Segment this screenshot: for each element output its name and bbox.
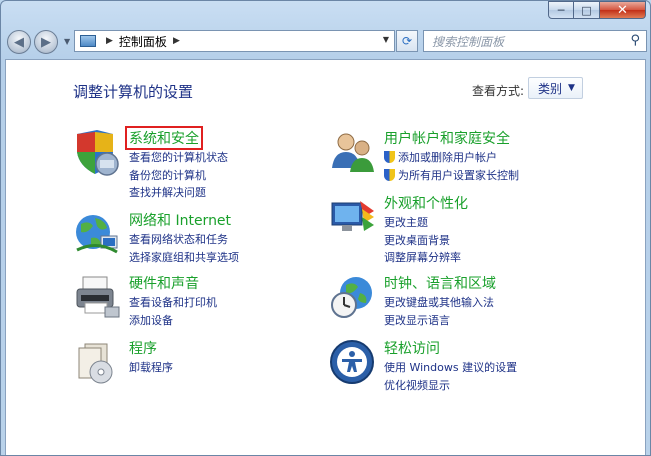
back-button[interactable]: ◀ (7, 30, 31, 54)
link-optimize-display[interactable]: 优化视频显示 (384, 377, 517, 395)
close-button[interactable]: ✕ (600, 1, 646, 19)
link-parental-controls[interactable]: 为所有用户设置家长控制 (398, 169, 519, 182)
minimize-button[interactable]: ─ (548, 1, 574, 19)
refresh-button[interactable]: ⟳ (396, 30, 418, 52)
link-network-status[interactable]: 查看网络状态和任务 (129, 231, 239, 249)
control-panel-window: ─ □ ✕ ◀ ▶ ▼ ▶ 控制面板 ▶ ▼ ⟳ 搜索控制面板 ⚲ 调整计算机的… (0, 0, 651, 456)
category-links: 更改键盘或其他输入法 更改显示语言 (384, 294, 494, 329)
navigation-bar: ◀ ▶ ▼ ▶ 控制面板 ▶ ▼ ⟳ 搜索控制面板 ⚲ (5, 27, 647, 57)
link-homegroup[interactable]: 选择家庭组和共享选项 (129, 249, 239, 267)
control-panel-icon (80, 35, 96, 47)
back-arrow-icon: ◀ (14, 34, 24, 50)
printer-icon (76, 276, 120, 318)
link-uninstall[interactable]: 卸载程序 (129, 359, 173, 377)
chevron-down-icon: ▼ (568, 83, 575, 93)
view-by-select[interactable]: 类别 ▼ (528, 77, 583, 99)
breadcrumb-control-panel[interactable]: 控制面板 (119, 33, 167, 50)
link-change-theme[interactable]: 更改主题 (384, 214, 461, 232)
caption-buttons: ─ □ ✕ (548, 1, 646, 19)
category-title[interactable]: 硬件和声音 (129, 273, 199, 293)
category-links: 添加或删除用户帐户 为所有用户设置家长控制 (384, 149, 519, 184)
shield-icon (77, 130, 119, 176)
link-desktop-background[interactable]: 更改桌面背景 (384, 232, 461, 250)
link-view-status[interactable]: 查看您的计算机状态 (129, 149, 228, 167)
category-title[interactable]: 外观和个性化 (384, 193, 468, 213)
chevron-right-icon[interactable]: ▶ (106, 36, 113, 46)
ease-of-access-icon (330, 340, 374, 384)
chevron-right-icon[interactable]: ▶ (173, 36, 180, 46)
link-row: 添加或删除用户帐户 (384, 149, 519, 167)
category-links: 更改主题 更改桌面背景 调整屏幕分辨率 (384, 214, 461, 267)
recent-pages-dropdown[interactable]: ▼ (64, 37, 70, 46)
category-title[interactable]: 程序 (129, 338, 157, 358)
clock-globe-icon (331, 277, 372, 318)
programs-icon (78, 343, 113, 384)
link-display-language[interactable]: 更改显示语言 (384, 312, 494, 330)
link-row: 为所有用户设置家长控制 (384, 167, 519, 185)
view-by-label: 查看方式: (472, 84, 525, 98)
forward-button[interactable]: ▶ (34, 30, 58, 54)
refresh-icon: ⟳ (401, 34, 413, 48)
link-keyboard-input[interactable]: 更改键盘或其他输入法 (384, 294, 494, 312)
forward-arrow-icon: ▶ (41, 34, 51, 50)
link-add-device[interactable]: 添加设备 (129, 312, 217, 330)
appearance-icon (331, 201, 374, 231)
category-links: 查看您的计算机状态 备份您的计算机 查找并解决问题 (129, 149, 228, 202)
category-links: 查看网络状态和任务 选择家庭组和共享选项 (129, 231, 239, 266)
search-input[interactable]: 搜索控制面板 (432, 33, 504, 50)
maximize-button[interactable]: □ (574, 1, 600, 19)
link-devices-printers[interactable]: 查看设备和打印机 (129, 294, 217, 312)
link-add-remove-accounts[interactable]: 添加或删除用户帐户 (398, 151, 497, 164)
category-title[interactable]: 网络和 Internet (129, 210, 231, 230)
users-icon (332, 133, 374, 172)
link-backup[interactable]: 备份您的计算机 (129, 167, 228, 185)
category-title[interactable]: 轻松访问 (384, 338, 440, 358)
uac-shield-icon (384, 151, 395, 163)
address-bar[interactable]: ▶ 控制面板 ▶ ▼ (74, 30, 395, 52)
uac-shield-icon (384, 168, 395, 181)
content-pane: 调整计算机的设置 查看方式: 类别 ▼ 系统和安全 查看您的计算机状态 备份您的… (5, 59, 646, 455)
category-links: 使用 Windows 建议的设置 优化视频显示 (384, 359, 517, 394)
globe-network-icon (76, 215, 118, 254)
page-title: 调整计算机的设置 (73, 83, 194, 101)
category-links: 卸载程序 (129, 359, 173, 377)
link-screen-resolution[interactable]: 调整屏幕分辨率 (384, 249, 461, 267)
category-title[interactable]: 时钟、语言和区域 (384, 273, 496, 293)
link-troubleshoot[interactable]: 查找并解决问题 (129, 184, 228, 202)
address-dropdown-icon[interactable]: ▼ (383, 35, 389, 44)
search-box[interactable]: 搜索控制面板 ⚲ (423, 30, 647, 52)
view-by-value[interactable]: 类别 (538, 80, 562, 97)
link-recommended-settings[interactable]: 使用 Windows 建议的设置 (384, 359, 517, 377)
category-title[interactable]: 系统和安全 (125, 126, 203, 150)
search-icon[interactable]: ⚲ (630, 33, 640, 48)
category-links: 查看设备和打印机 添加设备 (129, 294, 217, 329)
category-title[interactable]: 用户帐户和家庭安全 (384, 128, 510, 148)
